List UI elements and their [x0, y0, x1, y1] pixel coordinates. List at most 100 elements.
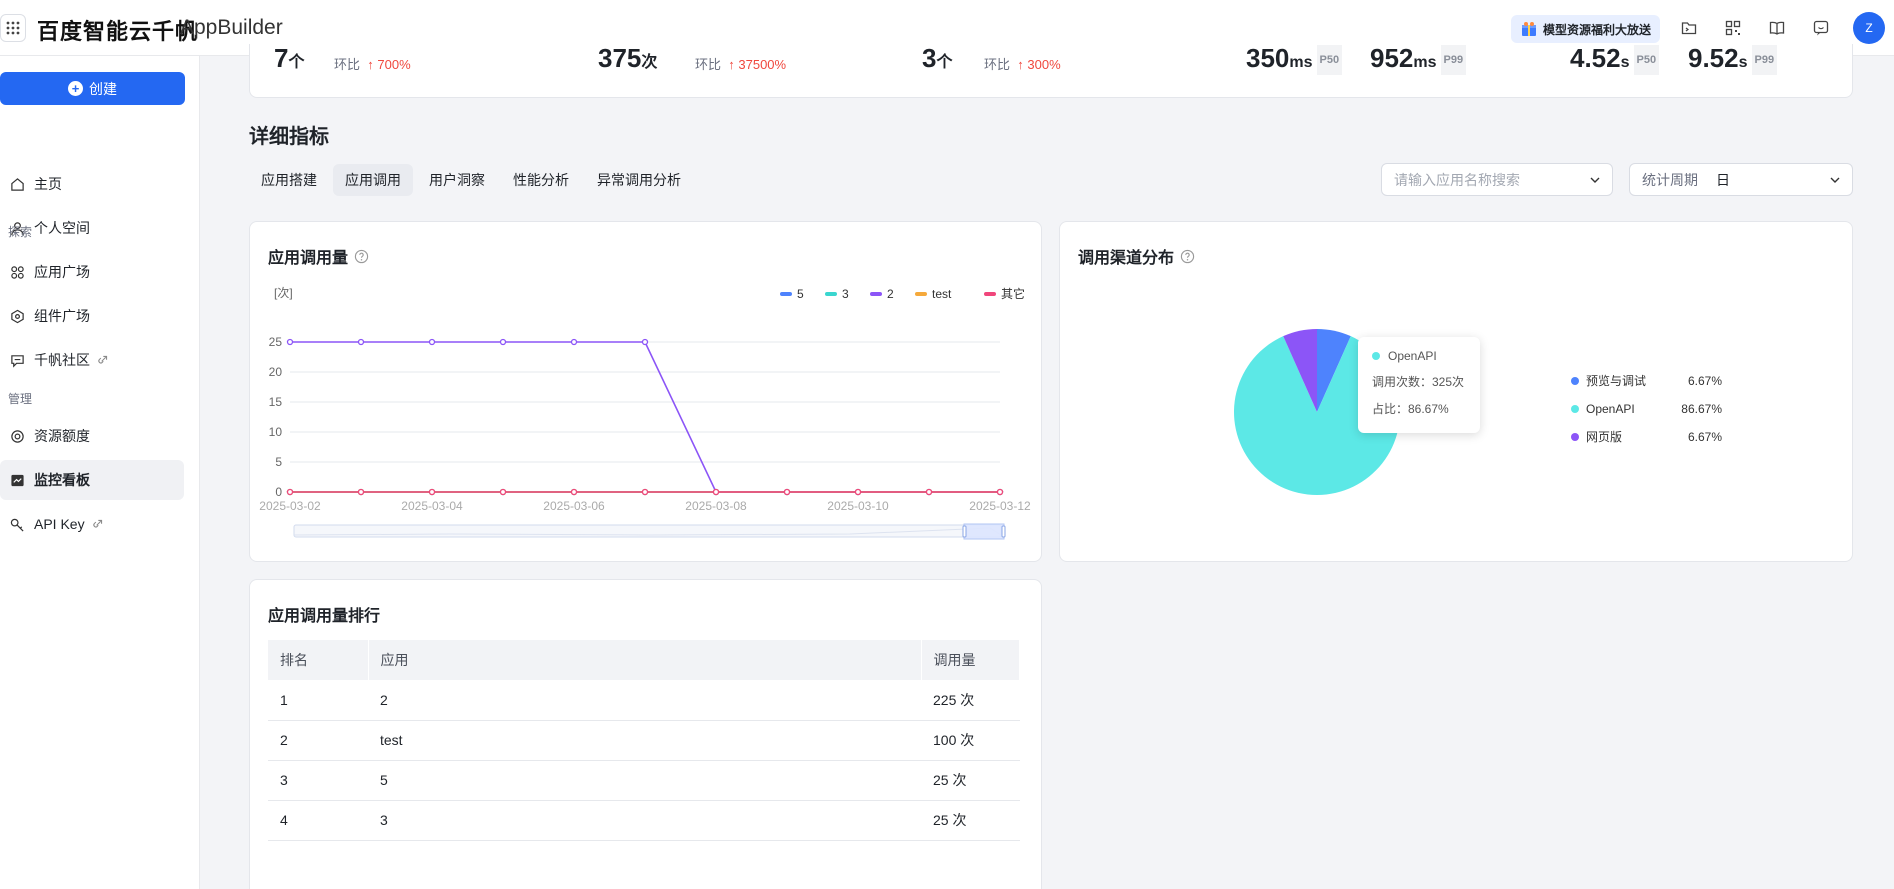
sidebar: + 创建 主页 个人空间 探索 应用广场 组件广场 千帆社区 管理 资源额度 监… [0, 56, 200, 889]
section-title: 详细指标 [249, 126, 329, 148]
summary-stats-card: 7个 环比 ↑ 700% 375次 环比 ↑ 37500% 3个 环比 ↑ 30… [249, 44, 1853, 98]
ranking-table: 排名 应用 调用量 1 2 225 次 2 test 100 次 3 5 25 … [268, 640, 1020, 841]
stat-value: 4.52s P50 [1570, 44, 1660, 77]
dashboard-icon [11, 474, 24, 486]
zoom-handle-right[interactable] [1001, 525, 1006, 538]
legend-label: test [932, 287, 952, 301]
promo-banner[interactable]: 模型资源福利大放送 [1511, 15, 1660, 43]
x-tick-label: 2025-03-06 [543, 499, 605, 513]
period-value: 日 [1716, 171, 1730, 188]
console-icon[interactable] [1679, 18, 1699, 38]
table-header-row: 排名 应用 调用量 [268, 640, 1020, 680]
column-header: 应用 [368, 640, 922, 680]
stat-change: 环比 ↑ 37500% [695, 57, 787, 72]
legend-value: 6.67% [1688, 430, 1722, 444]
sidebar-item-label: 组件广场 [34, 308, 90, 324]
tab-user-insight[interactable]: 用户洞察 [417, 164, 497, 196]
external-link-icon [98, 355, 108, 363]
stat-value: 952ms P99 [1370, 44, 1467, 77]
sidebar-item-monitoring-dashboard[interactable]: 监控看板 [0, 460, 184, 500]
data-point [499, 338, 507, 346]
y-tick-label: 5 [275, 455, 282, 469]
data-point [641, 338, 649, 346]
table-cell: 1 [268, 680, 368, 721]
data-zoom-slider[interactable] [293, 523, 1006, 540]
legend-swatch [1571, 377, 1579, 385]
legend-swatch [984, 292, 996, 296]
table-cell: 3 [368, 800, 921, 841]
x-tick-label: 2025-03-12 [969, 499, 1031, 513]
table-cell: 25 次 [921, 800, 1020, 841]
sidebar-item-label: 个人空间 [34, 220, 90, 236]
zoom-handle-left[interactable] [962, 525, 967, 538]
legend-swatch [870, 292, 882, 296]
app-grid-button[interactable] [0, 14, 26, 42]
series-line [290, 341, 1000, 493]
stat-change: 环比 ↑ 700% [334, 57, 411, 72]
tab-app-build[interactable]: 应用搭建 [249, 164, 329, 196]
qrcode-icon[interactable] [1723, 18, 1743, 38]
legend-label: 2 [887, 287, 894, 301]
legend-swatch [915, 292, 927, 296]
create-button[interactable]: + 创建 [0, 72, 185, 105]
stat-value: 9.52s P99 [1688, 44, 1778, 77]
card-title: 应用调用量排行 [268, 608, 381, 625]
table-cell: 25 次 [921, 760, 1020, 801]
nav-section-explore: 探索 [8, 225, 33, 239]
sidebar-item-component-square[interactable]: 组件广场 [0, 296, 184, 336]
sidebar-item-label: 资源额度 [34, 428, 90, 444]
sidebar-item-home[interactable]: 主页 [0, 164, 184, 204]
column-header: 排名 [268, 640, 369, 680]
quota-icon [11, 429, 24, 443]
key-icon [10, 518, 24, 531]
docs-book-icon[interactable] [1767, 18, 1787, 38]
plus-icon: + [68, 81, 83, 96]
home-icon [11, 177, 24, 191]
stat-value: 375次 [598, 43, 658, 73]
search-placeholder: 请输入应用名称搜索 [1394, 171, 1520, 188]
x-tick-label: 2025-03-10 [827, 499, 889, 513]
apps-icon [11, 265, 24, 279]
sidebar-item-community[interactable]: 千帆社区 [0, 340, 184, 380]
line-chart: [次] 0 5 10 15 20 25 5 3 2 test 其它 2025-03-02 2025-… [259, 286, 1031, 540]
period-select[interactable]: 统计周期 日 [1629, 163, 1853, 196]
app-search-select[interactable]: 请输入应用名称搜索 [1381, 163, 1613, 196]
legend-swatch [1571, 433, 1579, 441]
user-avatar[interactable]: Z [1853, 12, 1885, 44]
stat-value: 350ms P50 [1246, 44, 1343, 77]
tooltip-series-name: OpenAPI [1388, 349, 1437, 363]
data-point [428, 338, 436, 346]
y-tick-label: 0 [275, 485, 282, 499]
tab-performance[interactable]: 性能分析 [501, 164, 581, 196]
sidebar-item-label: 监控看板 [34, 472, 90, 488]
call-volume-card: 应用调用量 [次] 0 5 10 15 20 25 5 3 2 test 其它 2025-03-0… [249, 221, 1042, 562]
zoom-window[interactable] [963, 523, 1005, 540]
table-cell: 100 次 [921, 720, 1020, 761]
gift-icon [1522, 22, 1536, 36]
promo-label: 模型资源福利大放送 [1543, 22, 1652, 37]
sidebar-item-api-key[interactable]: API Key [0, 504, 184, 544]
tab-app-call[interactable]: 应用调用 [333, 164, 413, 196]
legend-swatch [1571, 405, 1579, 413]
channel-distribution-card: 调用渠道分布 预览与调试 6.67% OpenAPI 86.67% 网页版 6.67% O… [1059, 221, 1853, 562]
tab-error-analysis[interactable]: 异常调用分析 [585, 164, 693, 196]
chevron-down-icon [1590, 177, 1600, 183]
table-cell: 3 [268, 760, 368, 801]
y-tick-label: 15 [269, 395, 283, 409]
component-icon [11, 309, 24, 323]
data-point [854, 488, 862, 496]
pie-tooltip: OpenAPI 调用次数：325次 占比：86.67% [1358, 337, 1480, 433]
data-point [499, 488, 507, 496]
table-cell: 5 [368, 760, 921, 801]
grid-icon [6, 21, 20, 35]
y-tick-label: 25 [269, 335, 283, 349]
create-label: 创建 [89, 80, 117, 97]
external-link-icon [92, 519, 102, 527]
sidebar-item-app-square[interactable]: 应用广场 [0, 252, 184, 292]
logo-product-name: AppBuilder [180, 16, 283, 39]
sidebar-item-resource-quota[interactable]: 资源额度 [0, 416, 184, 456]
table-cell: 2 [368, 680, 921, 721]
table-cell: test [368, 720, 921, 761]
tooltip-percent: 占比：86.67% [1372, 402, 1449, 416]
feedback-icon[interactable] [1811, 18, 1831, 38]
